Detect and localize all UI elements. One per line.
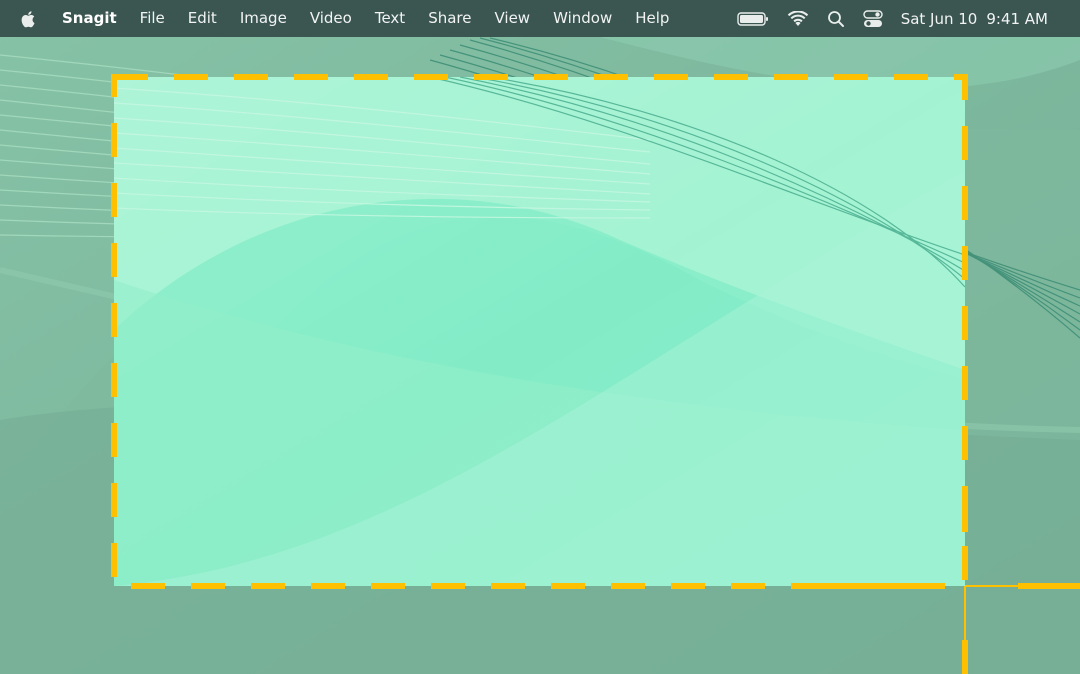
menu-window[interactable]: Window — [553, 0, 612, 37]
clock-time: 9:41 AM — [986, 9, 1048, 28]
menu-video[interactable]: Video — [310, 0, 352, 37]
menu-text[interactable]: Text — [375, 0, 405, 37]
menu-help[interactable]: Help — [635, 0, 669, 37]
battery-icon[interactable] — [736, 11, 769, 27]
capture-selection-region[interactable] — [114, 77, 965, 586]
clock-date: Sat Jun 10 — [900, 9, 978, 28]
wifi-icon[interactable] — [787, 10, 809, 27]
apple-icon[interactable] — [20, 9, 40, 29]
menu-view[interactable]: View — [494, 0, 530, 37]
menu-bar: Snagit File Edit Image Video Text Share … — [0, 0, 1080, 37]
menu-image[interactable]: Image — [240, 0, 287, 37]
menubar-clock[interactable]: Sat Jun 10 9:41 AM — [901, 10, 1048, 28]
menu-edit[interactable]: Edit — [188, 0, 217, 37]
menu-file[interactable]: File — [140, 0, 165, 37]
menu-share[interactable]: Share — [428, 0, 471, 37]
control-center-icon[interactable] — [862, 9, 883, 28]
search-icon[interactable] — [827, 10, 845, 28]
app-menu-snagit[interactable]: Snagit — [62, 0, 117, 37]
